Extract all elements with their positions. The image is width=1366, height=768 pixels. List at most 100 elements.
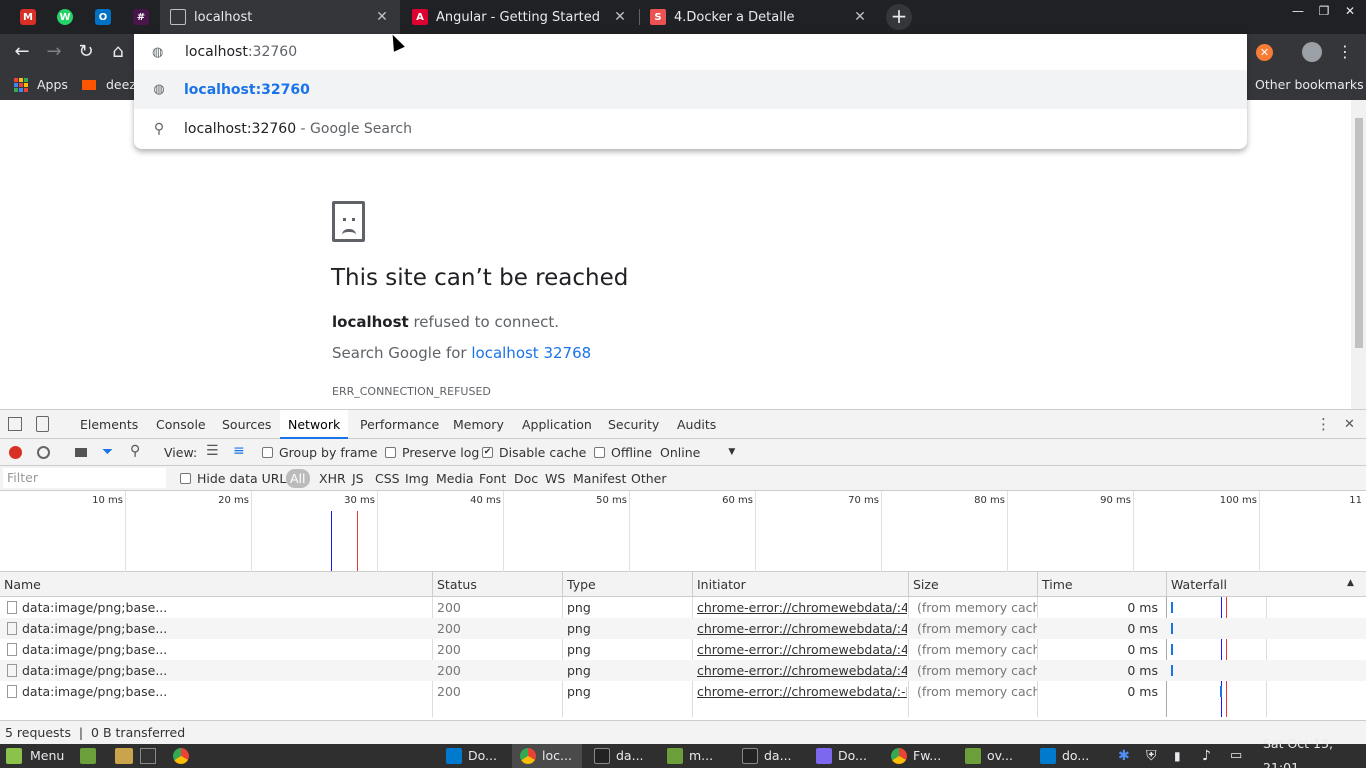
back-icon[interactable]: ←: [10, 40, 34, 64]
record-icon[interactable]: [9, 446, 22, 459]
address-input[interactable]: localhost:32760: [185, 44, 297, 60]
pinned-tab-outlook[interactable]: O: [87, 4, 119, 30]
filter-css[interactable]: CSS: [375, 466, 400, 491]
close-tab-icon[interactable]: ✕: [612, 9, 628, 25]
address-bar[interactable]: ◍ localhost:32760: [134, 34, 1247, 70]
close-tab-icon[interactable]: ✕: [374, 9, 390, 25]
col-name[interactable]: Name: [0, 572, 433, 597]
close-tab-icon[interactable]: ✕: [852, 9, 868, 25]
screenshot-icon[interactable]: [75, 448, 87, 457]
taskbar-item[interactable]: do...: [1040, 744, 1089, 768]
forward-icon[interactable]: →: [42, 40, 66, 64]
waterfall-view-icon[interactable]: ≡: [233, 443, 245, 459]
tab-application[interactable]: Application: [514, 410, 600, 439]
extension-icon[interactable]: ✕: [1256, 44, 1273, 61]
tab-docker[interactable]: S 4.Docker a Detalle ✕: [640, 0, 878, 34]
avatar[interactable]: [1302, 42, 1322, 62]
search-link[interactable]: localhost 32768: [471, 344, 591, 362]
row-initiator-link[interactable]: chrome-error://chromewebdata/:-In...: [693, 681, 907, 702]
taskbar-item[interactable]: ov...: [965, 744, 1013, 768]
tab-performance[interactable]: Performance: [352, 410, 447, 439]
battery-icon[interactable]: ▭: [1230, 744, 1242, 768]
close-window-icon[interactable]: ✕: [1339, 2, 1361, 20]
filter-input[interactable]: Filter: [3, 468, 166, 488]
suggestion-url[interactable]: ◍ localhost:32760: [134, 70, 1247, 109]
tab-console[interactable]: Console: [148, 410, 214, 439]
table-row[interactable]: data:image/png;base... 200 png chrome-er…: [0, 618, 1366, 639]
tab-sources[interactable]: Sources: [214, 410, 279, 439]
tab-memory[interactable]: Memory: [445, 410, 512, 439]
volume-icon[interactable]: ♪: [1202, 744, 1211, 768]
new-tab-button[interactable]: +: [886, 4, 912, 30]
col-initiator[interactable]: Initiator: [693, 572, 909, 597]
filter-ws[interactable]: WS: [545, 466, 565, 491]
taskbar-item[interactable]: m...: [667, 744, 713, 768]
pinned-tab-whatsapp[interactable]: W: [49, 4, 81, 30]
clear-icon[interactable]: [37, 446, 50, 459]
inspect-icon[interactable]: [8, 417, 22, 431]
col-waterfall[interactable]: Waterfall: [1167, 572, 1366, 597]
col-time[interactable]: Time: [1038, 572, 1167, 597]
col-size[interactable]: Size: [909, 572, 1038, 597]
filter-manifest[interactable]: Manifest: [573, 466, 626, 491]
pinned-tab-slack[interactable]: #: [125, 4, 157, 30]
menu-kebab-icon[interactable]: ⋮: [1333, 40, 1357, 64]
suggestion-search[interactable]: ⚲ localhost:32760 - Google Search: [134, 109, 1247, 148]
search-icon[interactable]: ⚲: [130, 443, 140, 459]
filter-all[interactable]: All: [286, 469, 310, 488]
col-type[interactable]: Type: [563, 572, 693, 597]
filter-doc[interactable]: Doc: [514, 466, 538, 491]
filter-other[interactable]: Other: [631, 466, 667, 491]
taskbar-item-active[interactable]: loc...: [512, 744, 582, 768]
filter-js[interactable]: JS: [352, 466, 364, 491]
files-icon[interactable]: [115, 748, 133, 764]
scrollbar-thumb[interactable]: [1355, 118, 1363, 348]
chrome-icon[interactable]: [173, 748, 189, 764]
taskbar-item[interactable]: Fw...: [891, 744, 941, 768]
other-bookmarks[interactable]: Other bookmarks: [1255, 77, 1364, 92]
tab-audits[interactable]: Audits: [669, 410, 724, 439]
throttle-select[interactable]: Online ▼: [660, 439, 735, 466]
minimize-icon[interactable]: —: [1287, 2, 1309, 20]
taskbar-item[interactable]: Do...: [446, 744, 497, 768]
pinned-tab-gmail[interactable]: M: [12, 4, 44, 30]
filter-img[interactable]: Img: [405, 466, 429, 491]
hide-data-urls-checkbox[interactable]: Hide data URLs: [180, 466, 293, 491]
maximize-icon[interactable]: ❐: [1313, 2, 1335, 20]
table-row[interactable]: data:image/png;base... 200 png chrome-er…: [0, 639, 1366, 660]
start-menu-button[interactable]: Menu: [6, 744, 64, 768]
filter-xhr[interactable]: XHR: [319, 466, 346, 491]
taskbar-item[interactable]: Do...: [816, 744, 867, 768]
row-initiator-link[interactable]: chrome-error://chromewebdata/:44...: [693, 597, 907, 618]
deezer-bookmark[interactable]: deez: [82, 77, 136, 92]
row-initiator-link[interactable]: chrome-error://chromewebdata/:44...: [693, 639, 907, 660]
terminal-icon[interactable]: [140, 748, 156, 764]
row-initiator-link[interactable]: chrome-error://chromewebdata/:44...: [693, 618, 907, 639]
tab-elements[interactable]: Elements: [72, 410, 146, 439]
tab-network[interactable]: Network: [280, 410, 349, 439]
row-initiator-link[interactable]: chrome-error://chromewebdata/:44...: [693, 660, 907, 681]
taskbar-item[interactable]: da...: [742, 744, 792, 768]
tab-security[interactable]: Security: [600, 410, 667, 439]
tab-localhost[interactable]: localhost ✕: [160, 0, 400, 34]
preserve-log-checkbox[interactable]: Preserve log: [385, 439, 479, 466]
shield-icon[interactable]: ⛨: [1146, 744, 1157, 768]
table-row[interactable]: data:image/png;base... 200 png chrome-er…: [0, 681, 1366, 702]
list-view-icon[interactable]: ☰: [206, 443, 219, 459]
device-toggle-icon[interactable]: [36, 416, 49, 432]
filter-icon[interactable]: ⏷: [102, 444, 113, 460]
show-desktop-icon[interactable]: [80, 748, 96, 764]
col-status[interactable]: Status: [433, 572, 563, 597]
taskbar-item[interactable]: da...: [594, 744, 644, 768]
close-devtools-icon[interactable]: ✕: [1344, 410, 1355, 439]
page-scrollbar[interactable]: [1351, 100, 1366, 409]
network-icon[interactable]: ▮: [1174, 744, 1181, 768]
filter-media[interactable]: Media: [436, 466, 474, 491]
network-overview[interactable]: 10 ms 20 ms 30 ms 40 ms 50 ms 60 ms 70 m…: [0, 491, 1366, 572]
table-row[interactable]: data:image/png;base... 200 png chrome-er…: [0, 660, 1366, 681]
tab-angular[interactable]: A Angular - Getting Started ✕: [402, 0, 638, 34]
home-icon[interactable]: ⌂: [106, 40, 130, 64]
devtools-menu-icon[interactable]: ⋮: [1316, 410, 1331, 439]
offline-checkbox[interactable]: Offline: [594, 439, 652, 466]
apps-bookmark[interactable]: Apps: [14, 77, 68, 92]
